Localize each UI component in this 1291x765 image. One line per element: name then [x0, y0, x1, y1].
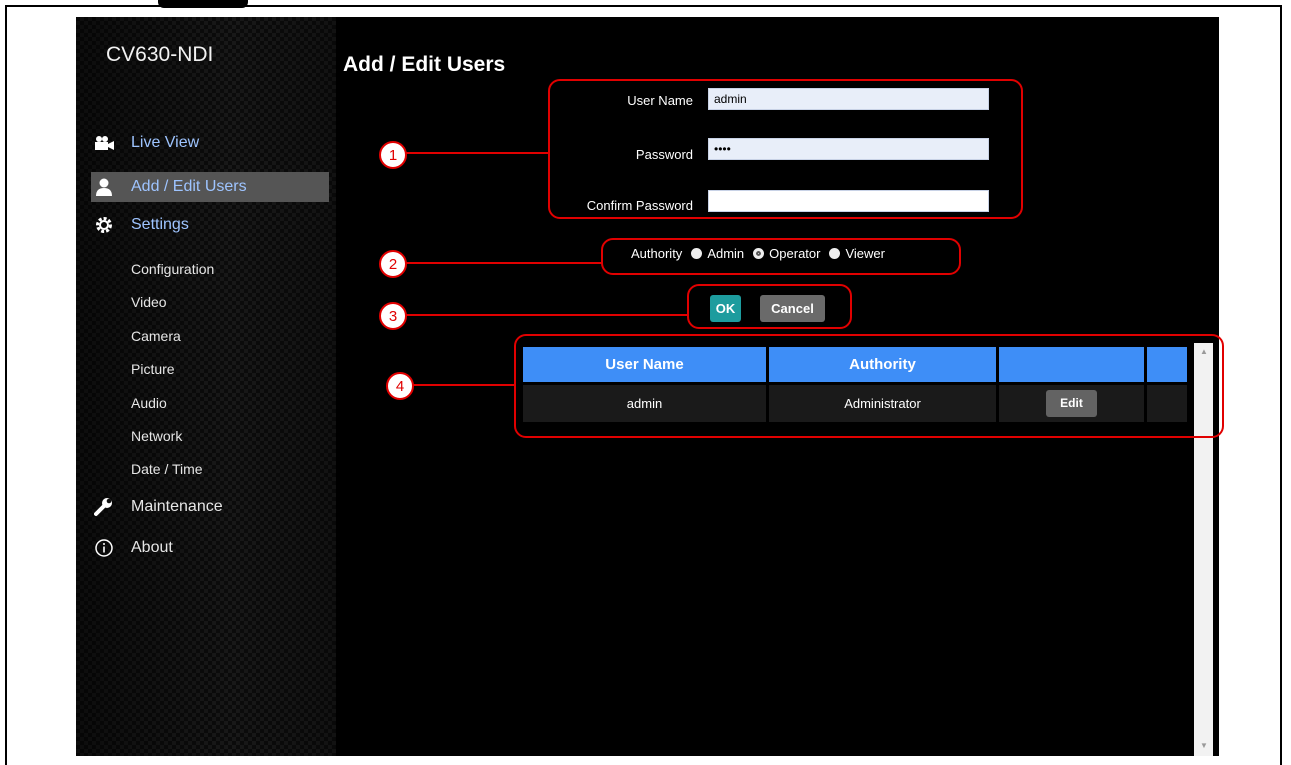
sidebar-item-label: Maintenance — [131, 498, 223, 515]
sidebar-item-maintenance[interactable]: Maintenance — [91, 492, 331, 522]
callout-box-1 — [548, 79, 1023, 219]
callout-line-4 — [413, 384, 516, 386]
sidebar-item-label: About — [131, 539, 173, 556]
brand-title: CV630-NDI — [106, 43, 214, 66]
scroll-down-icon[interactable]: ▼ — [1200, 741, 1208, 750]
sidebar-item-add-edit-users[interactable]: Add / Edit Users — [91, 172, 329, 202]
sidebar-item-label: Live View — [131, 134, 200, 151]
gear-icon — [91, 214, 117, 236]
sidebar-item-about[interactable]: About — [91, 533, 331, 563]
callout-number-3: 3 — [379, 302, 407, 330]
callout-number-1: 1 — [379, 141, 407, 169]
sidebar-sub-video[interactable]: Video — [131, 294, 167, 310]
callout-line-3 — [406, 314, 689, 316]
sidebar-sub-configuration[interactable]: Configuration — [131, 261, 214, 277]
sidebar-sub-audio[interactable]: Audio — [131, 395, 167, 411]
callout-number-4: 4 — [386, 372, 414, 400]
sidebar-sub-picture[interactable]: Picture — [131, 361, 175, 377]
clipped-heading-fragment — [158, 0, 308, 8]
callout-number-2: 2 — [379, 250, 407, 278]
page-title: Add / Edit Users — [343, 53, 506, 76]
user-icon — [91, 176, 117, 198]
sidebar-item-label: Add / Edit Users — [131, 178, 247, 195]
video-camera-icon — [91, 132, 117, 154]
wrench-icon — [91, 496, 117, 518]
sidebar-sub-camera[interactable]: Camera — [131, 328, 181, 344]
sidebar-sub-date-time[interactable]: Date / Time — [131, 461, 203, 477]
sidebar-item-label: Settings — [131, 216, 189, 233]
callout-line-1 — [406, 152, 550, 154]
sidebar-item-live-view[interactable]: Live View — [91, 128, 331, 158]
info-icon — [91, 537, 117, 559]
callout-box-2 — [601, 238, 961, 275]
sidebar-sub-network[interactable]: Network — [131, 428, 182, 444]
callout-line-2 — [406, 262, 603, 264]
sidebar-item-settings[interactable]: Settings — [91, 210, 331, 240]
callout-box-3 — [687, 284, 852, 329]
callout-box-4 — [514, 334, 1224, 438]
